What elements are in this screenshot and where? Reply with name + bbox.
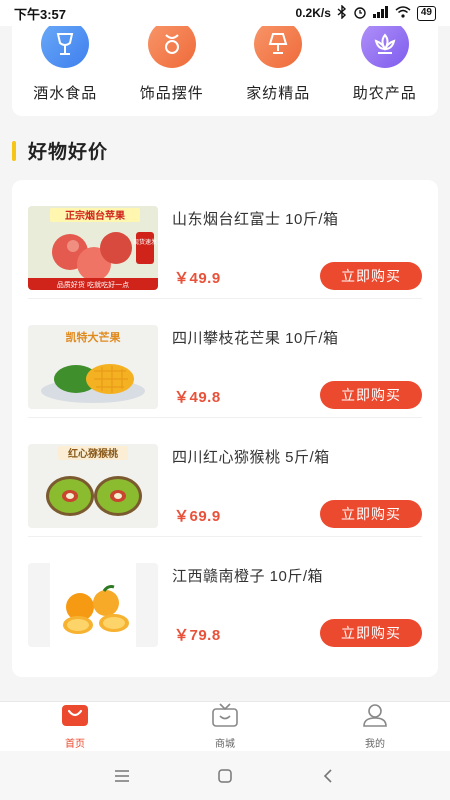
status-bar: 下午3:57 0.2K/s 49 — [0, 0, 450, 26]
section-header: 好物好价 — [12, 137, 108, 164]
home-square-icon[interactable] — [205, 756, 245, 796]
section-accent-bar — [12, 140, 16, 161]
image-banner-text: 正宗烟台苹果 — [65, 209, 126, 222]
status-time: 下午3:57 — [14, 6, 67, 22]
user-icon — [361, 703, 389, 732]
tab-label: 首页 — [65, 739, 85, 750]
buy-now-button[interactable]: 立即购买 — [320, 262, 422, 290]
product-item[interactable]: 正宗烟台苹果 现货速发 品质好货 吃就吃好一点 山东烟台红富士 10斤/箱 ￥4… — [28, 180, 422, 299]
bluetooth-icon — [337, 3, 347, 22]
buy-now-button[interactable]: 立即购买 — [320, 500, 422, 528]
product-price: ￥79.8 — [174, 627, 221, 644]
product-list: 正宗烟台苹果 现货速发 品质好货 吃就吃好一点 山东烟台红富士 10斤/箱 ￥4… — [12, 180, 438, 677]
alarm-icon — [353, 5, 367, 22]
ornament-icon — [147, 20, 196, 68]
kiwi-image: 红心猕猴桃 — [28, 444, 158, 528]
product-info: 四川攀枝花芒果 10斤/箱 ￥49.8 立即购买 — [172, 325, 422, 409]
product-item[interactable]: 江西赣南橙子 10斤/箱 ￥79.8 立即购买 — [28, 537, 422, 656]
section-title: 好物好价 — [28, 142, 109, 163]
product-item[interactable]: 凯特大芒果 四川攀枝花芒果 10斤/箱 ￥49.8 立即购买 — [28, 299, 422, 418]
system-nav-bar — [0, 751, 450, 800]
category-label: 家纺精品 — [246, 85, 311, 102]
tab-mall[interactable]: 商城 — [150, 702, 300, 751]
product-item[interactable]: 红心猕猴桃 四川红心猕猴桃 5斤/箱 ￥69.9 立即购买 — [28, 418, 422, 537]
tab-label: 商城 — [215, 739, 235, 750]
tab-home[interactable]: 首页 — [0, 702, 150, 751]
tab-profile[interactable]: 我的 — [300, 702, 450, 751]
network-speed: 0.2K/s — [295, 6, 331, 20]
product-info: 四川红心猕猴桃 5斤/箱 ￥69.9 立即购买 — [172, 444, 422, 528]
image-footer-text: 品质好货 吃就吃好一点 — [57, 280, 129, 289]
battery-icon: 49 — [416, 5, 436, 21]
image-banner-text: 凯特大芒果 — [66, 330, 121, 344]
product-name: 四川红心猕猴桃 5斤/箱 — [172, 449, 330, 466]
status-indicators: 0.2K/s 49 — [295, 3, 436, 22]
menu-icon[interactable] — [102, 756, 142, 796]
product-name: 四川攀枝花芒果 10斤/箱 — [172, 330, 339, 347]
product-name: 江西赣南橙子 10斤/箱 — [172, 568, 324, 585]
category-label: 酒水食品 — [33, 85, 98, 102]
buy-now-button[interactable]: 立即购买 — [320, 381, 422, 409]
mango-image: 凯特大芒果 — [28, 325, 158, 409]
apple-image: 正宗烟台苹果 现货速发 品质好货 吃就吃好一点 — [28, 206, 158, 290]
tv-mall-icon — [211, 703, 239, 732]
image-badge-text: 现货速发 — [133, 238, 157, 246]
product-price: ￥69.9 — [174, 508, 221, 525]
product-info: 山东烟台红富士 10斤/箱 ￥49.9 立即购买 — [172, 206, 422, 290]
bottom-tab-bar: 首页 商城 我的 — [0, 701, 450, 751]
back-icon[interactable] — [308, 756, 348, 796]
buy-now-button[interactable]: 立即购买 — [320, 619, 422, 647]
category-label: 助农产品 — [352, 85, 417, 102]
signal-icon — [372, 5, 389, 21]
wine-glass-icon — [41, 20, 90, 68]
product-price: ￥49.8 — [174, 389, 221, 406]
product-name: 山东烟台红富士 10斤/箱 — [172, 211, 339, 228]
tab-label: 我的 — [365, 739, 385, 750]
wifi-icon — [395, 5, 411, 21]
lamp-icon — [254, 20, 303, 68]
home-bag-icon — [61, 703, 89, 732]
lotus-icon — [360, 20, 409, 68]
product-price: ￥49.9 — [174, 270, 221, 287]
category-label: 饰品摆件 — [139, 85, 204, 102]
image-banner-text: 红心猕猴桃 — [68, 447, 118, 460]
product-info: 江西赣南橙子 10斤/箱 ￥79.8 立即购买 — [172, 563, 422, 647]
orange-image — [28, 563, 158, 647]
